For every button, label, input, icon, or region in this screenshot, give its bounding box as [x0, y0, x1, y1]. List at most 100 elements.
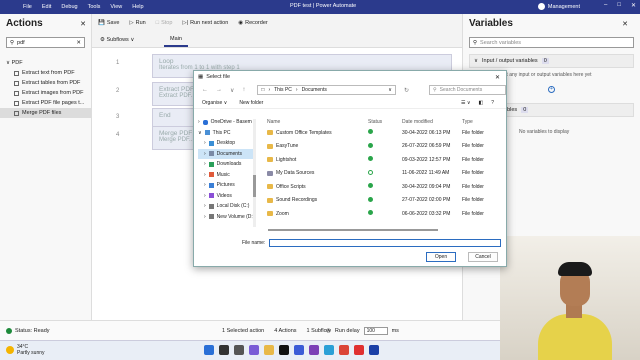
- recorder-button[interactable]: ◉ Recorder: [238, 20, 267, 26]
- windows-start-icon[interactable]: [204, 345, 214, 355]
- item-label: Extract text from PDF: [22, 70, 75, 76]
- camera-app-icon[interactable]: [279, 345, 289, 355]
- nav-item-this-pc[interactable]: ∨ This PC: [198, 128, 256, 139]
- menu-tools[interactable]: Tools: [83, 4, 106, 10]
- help-icon[interactable]: ?: [491, 100, 494, 106]
- file-explorer-icon[interactable]: [264, 345, 274, 355]
- nav-label: Desktop: [216, 140, 236, 147]
- close-icon[interactable]: ✕: [631, 2, 636, 9]
- documents-icon: [208, 151, 214, 157]
- variables-title: Variables: [469, 18, 513, 29]
- file-row[interactable]: Custom Office Templates 30-04-2022 06:13 …: [264, 126, 500, 140]
- run-button[interactable]: ▷ Run: [129, 20, 145, 26]
- select-file-dialog: ▦ Select file ✕ ← → ∨ ↑ □ › This PC › Docu…: [193, 70, 507, 267]
- menu-edit[interactable]: Edit: [37, 4, 56, 10]
- back-icon[interactable]: ←: [202, 87, 208, 93]
- menu-debug[interactable]: Debug: [56, 4, 82, 10]
- nav-item-documents[interactable]: › Documents: [198, 148, 256, 159]
- cancel-button[interactable]: Cancel: [468, 252, 498, 262]
- organise-button[interactable]: Organise ∨: [202, 100, 227, 106]
- column-date[interactable]: Date modified: [402, 119, 462, 125]
- close-icon[interactable]: ✕: [495, 74, 500, 81]
- nav-item-onedrive[interactable]: › OneDrive - Basem: [198, 117, 256, 128]
- menu-help[interactable]: Help: [127, 4, 148, 10]
- documents-search-input[interactable]: ⚲ Search Documents: [429, 85, 506, 95]
- store-icon[interactable]: [294, 345, 304, 355]
- minimize-icon[interactable]: –: [604, 2, 607, 9]
- file-name-input[interactable]: [269, 239, 502, 247]
- scroll-thumb[interactable]: [268, 229, 438, 231]
- file-row[interactable]: My Data Sources 11-06-2022 11:49 AM File f…: [264, 167, 500, 181]
- scroll-thumb[interactable]: [253, 175, 256, 197]
- nav-item-videos[interactable]: › Videos: [198, 191, 256, 202]
- clear-icon[interactable]: ✕: [76, 40, 81, 46]
- maximize-icon[interactable]: □: [617, 2, 621, 9]
- chrome-icon[interactable]: [339, 345, 349, 355]
- power-automate-icon[interactable]: [369, 345, 379, 355]
- variables-search-input[interactable]: ⚲ Search variables: [469, 37, 634, 48]
- file-row[interactable]: Sound Recordings 27-07-2022 02:00 PM File …: [264, 194, 500, 208]
- file-date: 26-07-2022 06:59 PM: [402, 143, 451, 150]
- column-status[interactable]: Status: [368, 119, 402, 125]
- toolbar: 💾 Save ▷ Run □ Stop ▷| Run next action ◉ Reco…: [92, 14, 462, 32]
- user-account[interactable]: Management: [537, 3, 580, 10]
- file-date: 27-07-2022 02:00 PM: [402, 197, 451, 204]
- recorder-app-icon[interactable]: [354, 345, 364, 355]
- file-row[interactable]: EasyTune 26-07-2022 06:59 PM File folder: [264, 140, 500, 154]
- add-variable-icon[interactable]: +: [548, 86, 555, 93]
- actions-count: 4 Actions: [274, 327, 297, 334]
- breadcrumb-documents[interactable]: Documents: [302, 87, 327, 93]
- file-row[interactable]: Lightshot 09-03-2022 12:57 PM File folder: [264, 153, 500, 167]
- new-folder-button[interactable]: New folder: [239, 100, 263, 106]
- up-icon[interactable]: ↑: [242, 87, 245, 93]
- tree-item[interactable]: Extract PDF file pages t...: [0, 98, 91, 108]
- search-icon[interactable]: [219, 345, 229, 355]
- actions-search-input[interactable]: ⚲ pdf ✕: [6, 37, 85, 48]
- horizontal-scrollbar[interactable]: [264, 229, 500, 232]
- column-name[interactable]: Name: [264, 119, 368, 125]
- nav-item-music[interactable]: › Music: [198, 170, 256, 181]
- address-bar[interactable]: □ › This PC › Documents ∨: [257, 85, 396, 95]
- forward-icon[interactable]: →: [216, 87, 222, 93]
- refresh-icon[interactable]: ↻: [404, 87, 409, 94]
- tree-item[interactable]: Extract tables from PDF: [0, 78, 91, 88]
- search-value: pdf: [17, 39, 25, 46]
- preview-pane-icon[interactable]: ◧: [478, 100, 483, 106]
- close-icon[interactable]: ✕: [80, 20, 86, 28]
- nav-item-local-disk[interactable]: › Local Disk (C:): [198, 201, 256, 212]
- ready-icon: [6, 327, 12, 334]
- subflows-dropdown[interactable]: ⚙ Subflows ∨: [92, 37, 152, 43]
- tree-item[interactable]: Extract text from PDF: [0, 68, 91, 78]
- nav-item-downloads[interactable]: › Downloads: [198, 159, 256, 170]
- chevron-down-icon[interactable]: ∨: [388, 87, 392, 93]
- status-text: Status: Ready: [15, 327, 50, 334]
- run-delay-input[interactable]: 100: [363, 326, 388, 335]
- menu-file[interactable]: File: [18, 4, 37, 10]
- nav-item-pictures[interactable]: › Pictures: [198, 180, 256, 191]
- task-view-icon[interactable]: [234, 345, 244, 355]
- tab-main[interactable]: Main: [164, 33, 188, 47]
- tree-item[interactable]: Extract images from PDF: [0, 88, 91, 98]
- io-variables-section[interactable]: ∨ Input / output variables 0: [469, 54, 634, 68]
- file-row[interactable]: Office Scripts 30-04-2022 09:04 PM File fo…: [264, 180, 500, 194]
- view-options-icon[interactable]: ☰ ∨: [461, 100, 471, 106]
- breadcrumb-this-pc[interactable]: This PC: [274, 87, 292, 93]
- run-next-button[interactable]: ▷| Run next action: [182, 20, 228, 26]
- column-type[interactable]: Type: [462, 119, 498, 125]
- nav-scrollbar[interactable]: [253, 119, 256, 227]
- file-row[interactable]: Zoom 06-06-2022 03:32 PM File folder: [264, 207, 500, 221]
- widgets-icon[interactable]: [249, 345, 259, 355]
- open-button[interactable]: Open: [426, 252, 456, 262]
- tree-item[interactable]: Merge PDF files: [0, 108, 91, 118]
- stop-button[interactable]: □ Stop: [156, 20, 173, 26]
- edge-icon[interactable]: [324, 345, 334, 355]
- nav-item-new-volume[interactable]: › New Volume (D:): [198, 212, 256, 223]
- nav-item-desktop[interactable]: › Desktop: [198, 138, 256, 149]
- chevron-down-icon[interactable]: ∨: [230, 87, 234, 94]
- teams-icon[interactable]: [309, 345, 319, 355]
- menu-view[interactable]: View: [105, 4, 127, 10]
- weather-widget[interactable]: 34°C Partly sunny: [6, 344, 45, 356]
- save-button[interactable]: 💾 Save: [98, 20, 119, 26]
- tree-group-pdf[interactable]: ∨ PDF: [0, 58, 91, 68]
- close-icon[interactable]: ✕: [622, 20, 628, 28]
